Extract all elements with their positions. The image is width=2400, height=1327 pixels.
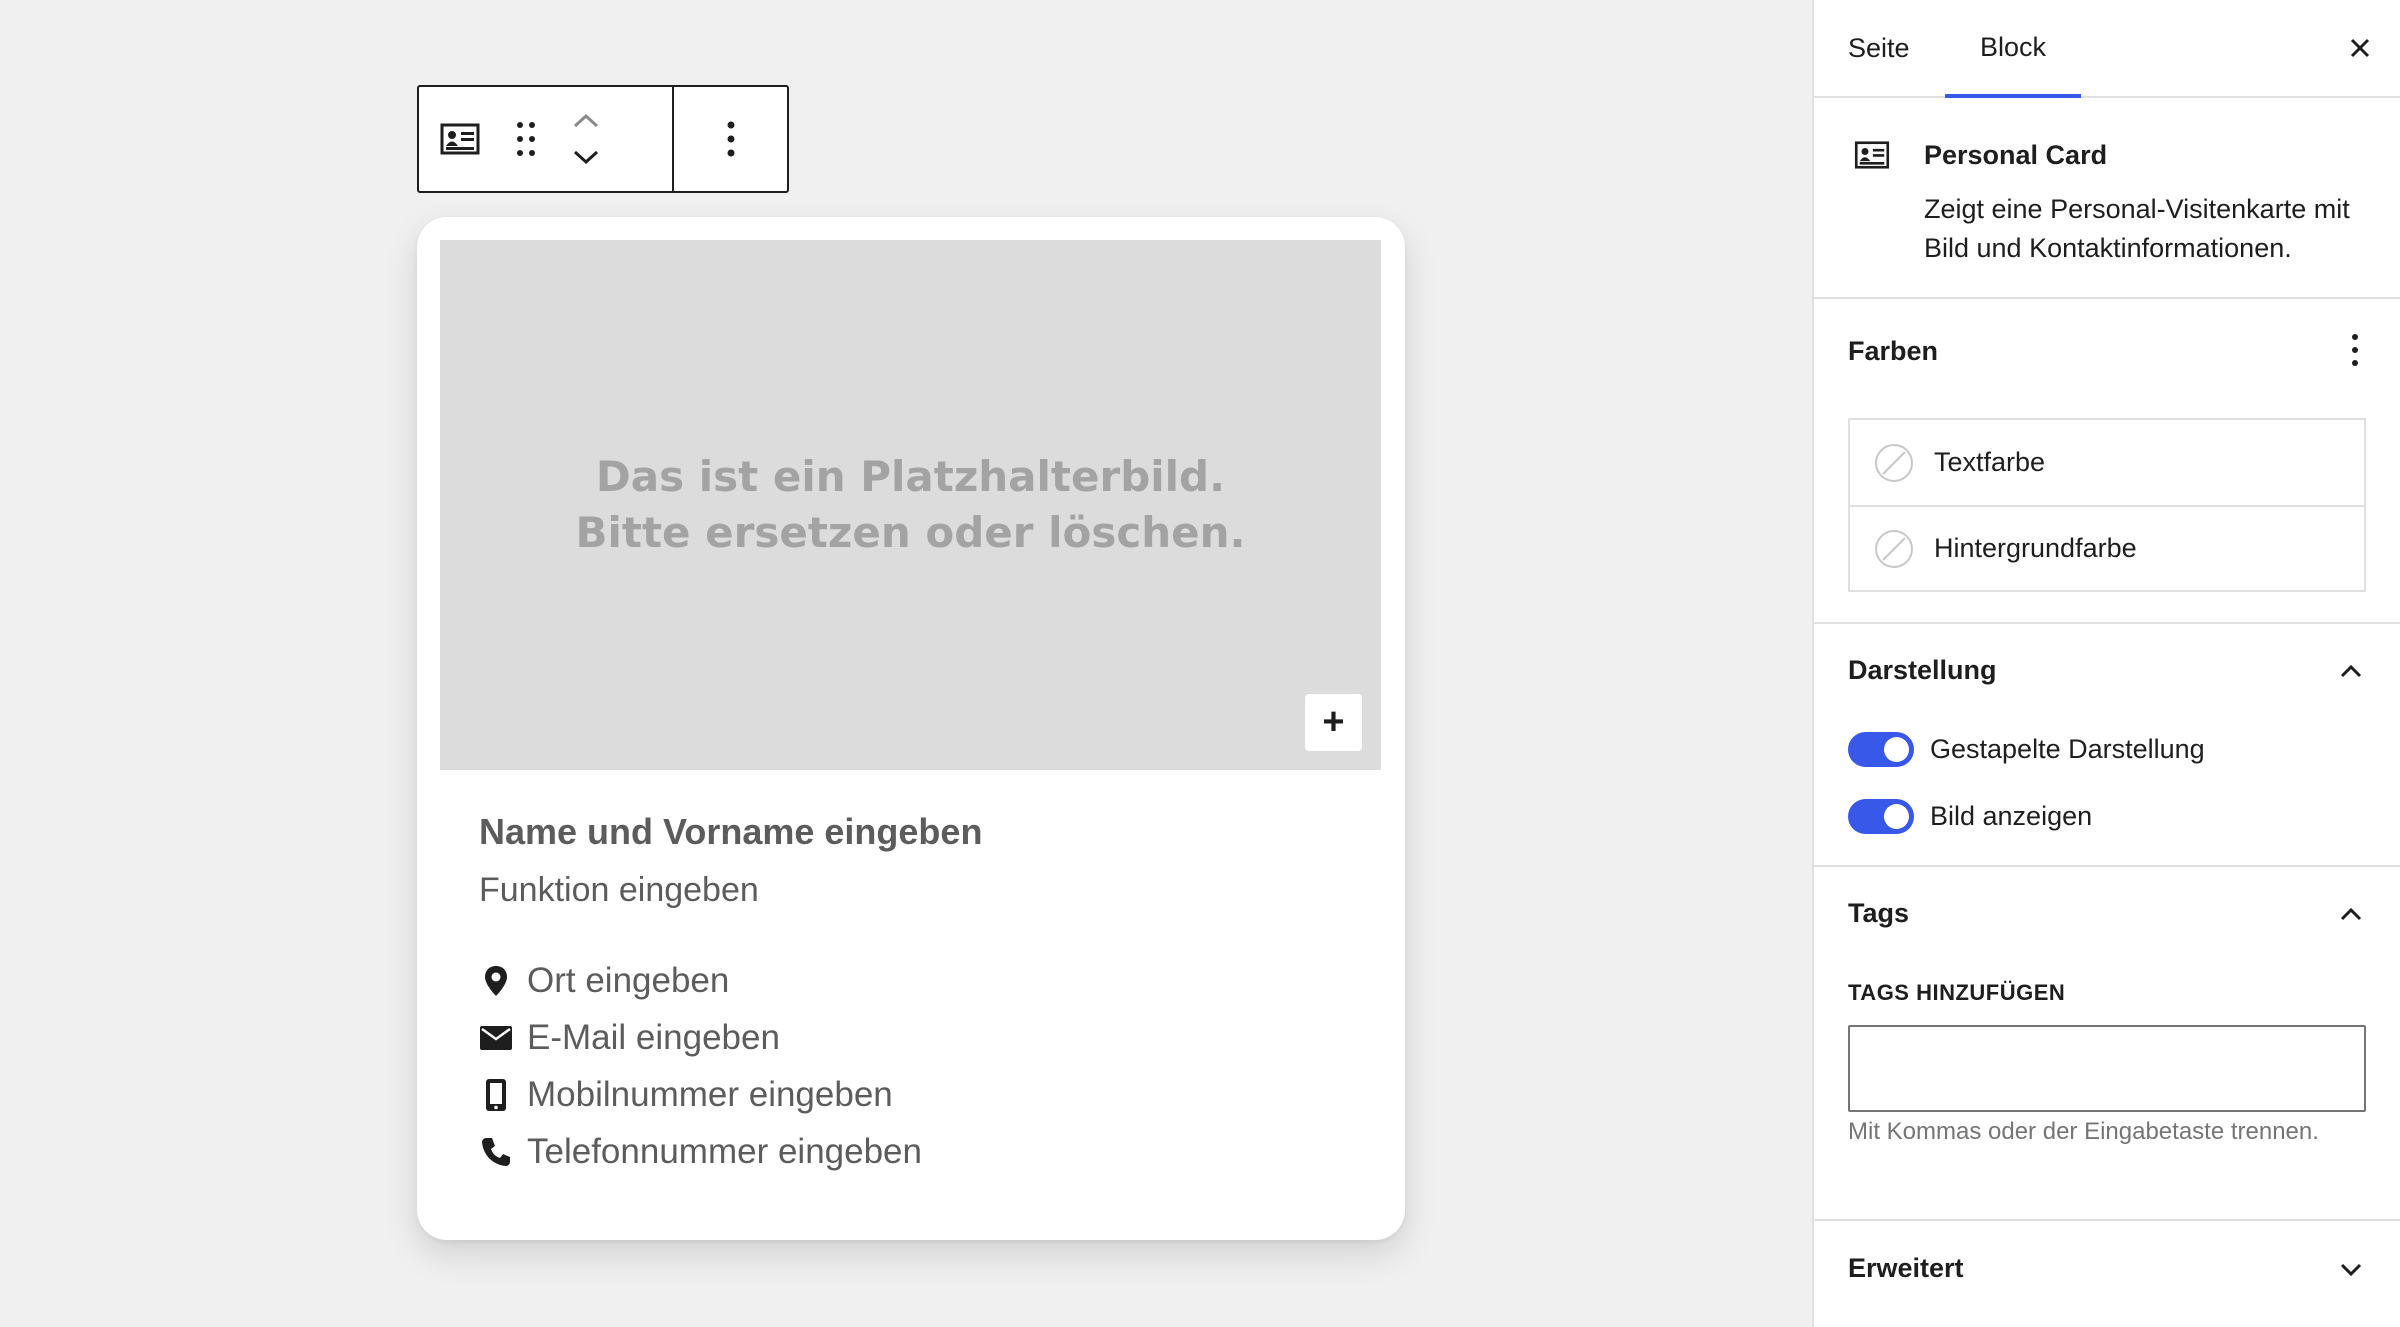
placeholder-text: Das ist ein Platzhalterbild. Bitte erset… — [575, 449, 1245, 561]
email-field[interactable]: E-Mail eingeben — [527, 1018, 780, 1058]
personal-card-block[interactable]: Das ist ein Platzhalterbild. Bitte erset… — [417, 217, 1405, 1240]
block-toolbar-main-group — [419, 87, 674, 191]
contact-mobile: Mobilnummer eingeben — [479, 1066, 922, 1123]
no-color-swatch-icon — [1875, 443, 1913, 482]
more-vertical-icon — [727, 121, 734, 157]
toggle-knob — [1884, 737, 1909, 762]
location-pin-icon — [479, 964, 513, 998]
chevron-up-icon — [2336, 899, 2366, 929]
show-image-label: Bild anzeigen — [1930, 801, 2093, 831]
contact-phone: Telefonnummer eingeben — [479, 1123, 922, 1180]
divider — [1814, 865, 2400, 867]
show-image-toggle[interactable] — [1848, 799, 1914, 834]
color-settings-list: Textfarbe Hintergrundfarbe — [1848, 418, 2366, 592]
phone-field[interactable]: Telefonnummer eingeben — [527, 1132, 922, 1172]
email-icon — [479, 1021, 513, 1055]
tags-input[interactable] — [1848, 1025, 2366, 1112]
chevron-down-icon — [573, 150, 599, 165]
add-image-button[interactable]: + — [1305, 694, 1362, 751]
no-color-swatch-icon — [1875, 529, 1913, 568]
placeholder-image[interactable]: Das ist ein Platzhalterbild. Bitte erset… — [440, 240, 1381, 770]
block-card-description: Zeigt eine Personal-Visitenkarte mit Bil… — [1924, 194, 2350, 263]
stacked-layout-row: Gestapelte Darstellung — [1848, 732, 2205, 767]
placeholder-line-2: Bitte ersetzen oder löschen. — [575, 508, 1246, 557]
contact-list: Ort eingeben E-Mail eingeben Mobilnummer… — [479, 952, 922, 1180]
settings-sidebar: Seite Block Personal Card Zeigt eine Per… — [1812, 0, 2400, 1327]
placeholder-line-1: Das ist ein Platzhalterbild. — [595, 452, 1226, 501]
block-mover — [551, 87, 621, 191]
personal-card-icon — [1854, 141, 1890, 169]
farben-title: Farben — [1848, 336, 1939, 366]
telephone-icon — [479, 1135, 513, 1169]
mobile-phone-icon — [479, 1078, 513, 1112]
location-field[interactable]: Ort eingeben — [527, 961, 729, 1001]
block-card-title: Personal Card — [1924, 140, 2108, 170]
toggle-knob — [1884, 804, 1909, 829]
role-field[interactable]: Funktion eingeben — [479, 871, 759, 910]
close-sidebar-button[interactable] — [2340, 28, 2380, 68]
chevron-up-icon — [573, 113, 599, 128]
sidebar-header: Seite Block — [1814, 0, 2400, 98]
block-type-button[interactable] — [419, 87, 501, 191]
tags-field-label: TAGS HINZUFÜGEN — [1848, 980, 2066, 1005]
background-color-item[interactable]: Hintergrundfarbe — [1850, 505, 2364, 590]
erweitert-title: Erweitert — [1848, 1253, 1964, 1283]
divider — [1814, 622, 2400, 624]
show-image-row: Bild anzeigen — [1848, 799, 2092, 834]
farben-options-button[interactable] — [2350, 332, 2360, 373]
mobile-field[interactable]: Mobilnummer eingeben — [527, 1075, 893, 1115]
block-options-group — [674, 87, 787, 191]
block-toolbar — [417, 85, 789, 193]
divider — [1814, 297, 2400, 299]
tags-help-text: Mit Kommas oder der Eingabetaste trennen… — [1848, 1118, 2319, 1145]
personal-card-icon — [440, 123, 480, 155]
erweitert-toggle-header[interactable]: Erweitert — [1848, 1253, 2366, 1284]
chevron-down-icon — [2336, 1254, 2366, 1284]
tags-toggle-header[interactable]: Tags — [1848, 898, 2366, 929]
tags-title: Tags — [1848, 898, 1910, 928]
more-vertical-icon — [2352, 334, 2358, 366]
chevron-up-icon — [2336, 656, 2366, 686]
divider — [1814, 1219, 2400, 1221]
close-icon — [2350, 38, 2370, 58]
drag-handle-icon — [517, 122, 535, 156]
move-down-button[interactable] — [566, 144, 606, 170]
block-options-button[interactable] — [701, 87, 761, 191]
text-color-item[interactable]: Textfarbe — [1850, 420, 2364, 505]
tab-seite[interactable]: Seite — [1848, 0, 1910, 96]
editor-canvas: Das ist ein Platzhalterbild. Bitte erset… — [0, 0, 1812, 1327]
contact-location: Ort eingeben — [479, 952, 922, 1009]
text-color-label: Textfarbe — [1934, 447, 2046, 477]
background-color-label: Hintergrundfarbe — [1934, 533, 2137, 563]
move-up-button[interactable] — [566, 108, 606, 134]
tab-block[interactable]: Block — [1945, 0, 2081, 98]
drag-handle-button[interactable] — [501, 87, 551, 191]
darstellung-title: Darstellung — [1848, 655, 1997, 685]
contact-email: E-Mail eingeben — [479, 1009, 922, 1066]
stacked-layout-toggle[interactable] — [1848, 732, 1914, 767]
stacked-layout-label: Gestapelte Darstellung — [1930, 734, 2205, 764]
name-field[interactable]: Name und Vorname eingeben — [479, 811, 982, 853]
darstellung-toggle-header[interactable]: Darstellung — [1848, 655, 2366, 686]
